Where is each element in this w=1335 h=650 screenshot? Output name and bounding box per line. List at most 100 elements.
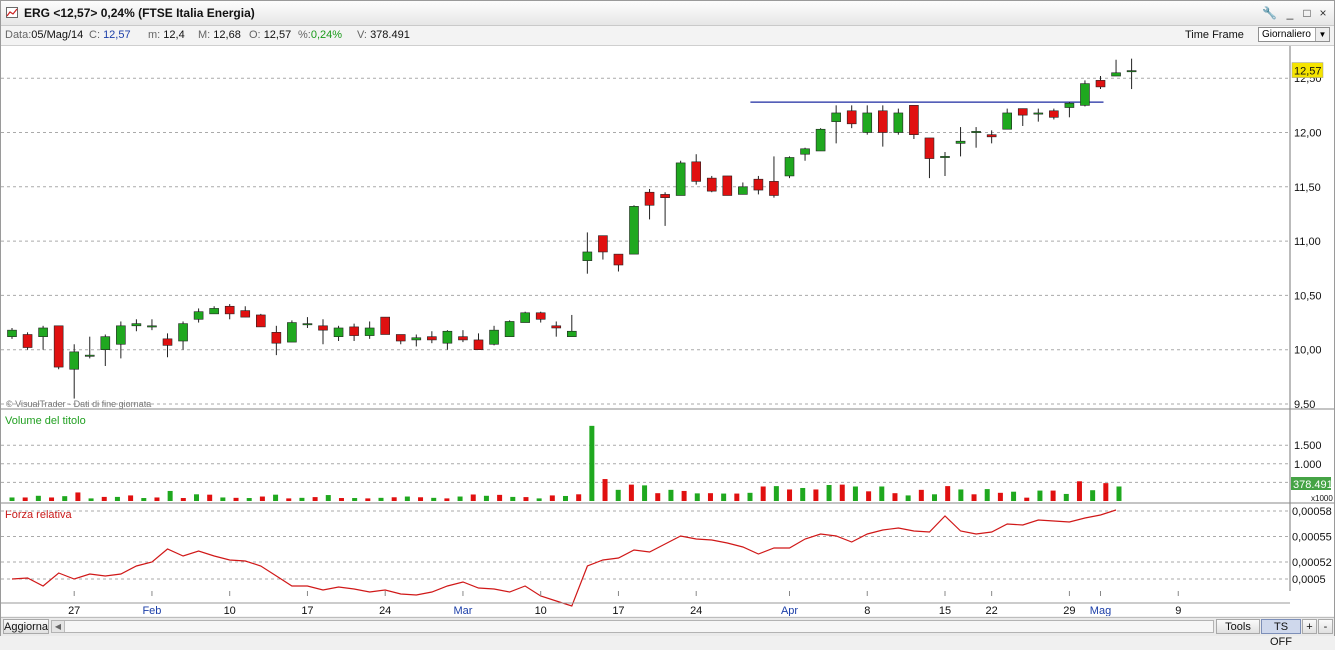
max-value: 12,68: [213, 29, 241, 41]
price-chart[interactable]: 9,5010,0010,5011,0011,5012,0012,50© Visu…: [1, 46, 1334, 616]
candle-body-down: [613, 253, 624, 266]
candle-body-down: [660, 194, 670, 198]
candle-body-up: [147, 325, 157, 328]
ts-toggle-button[interactable]: TS OFF: [1261, 619, 1301, 648]
date-value: 05/Mag/14: [31, 29, 84, 41]
watermark: © VisualTrader - Dati di fine giornata: [6, 399, 151, 409]
volume-bar: [918, 489, 924, 501]
volume-bar: [1063, 493, 1069, 501]
x-tick-label: Feb: [142, 605, 161, 616]
volume-bar: [180, 498, 186, 501]
app-window: ERG <12,57> 0,24% (FTSE Italia Energia) …: [0, 0, 1335, 648]
candle-body-up: [738, 186, 748, 195]
volume-bar: [984, 489, 990, 501]
candle-body-up: [831, 112, 841, 122]
candle: [256, 313, 266, 328]
x-tick-label: 24: [690, 605, 702, 616]
volume-bar: [549, 495, 555, 501]
volume-bar: [694, 493, 700, 501]
volume-bar: [431, 497, 437, 501]
volume-bar: [747, 492, 753, 501]
candle-body-up: [69, 351, 79, 370]
volume-bar: [154, 497, 160, 501]
volume-bar: [483, 495, 489, 501]
volume-bar: [576, 494, 582, 501]
refresh-button[interactable]: Aggiorna: [3, 619, 49, 634]
candle: [629, 205, 639, 255]
candle-body-up: [131, 323, 142, 327]
price-tick-label: 12,00: [1294, 128, 1322, 140]
maximize-button[interactable]: □: [1300, 6, 1314, 20]
timeframe-value: Giornaliero: [1262, 29, 1311, 40]
volume-bar: [88, 498, 94, 501]
volume-bar: [286, 498, 292, 501]
candle-body-down: [924, 137, 935, 159]
volume-bar: [852, 486, 858, 501]
candle-body-up: [178, 323, 188, 342]
volume-bar: [457, 496, 463, 501]
volume-bar: [207, 494, 213, 501]
volume-bar: [9, 497, 15, 501]
candle-body-up: [893, 112, 904, 133]
volume-bar: [497, 494, 503, 501]
candle-body-down: [473, 339, 484, 350]
volume-bar: [338, 498, 344, 501]
candle-body-down: [1095, 80, 1106, 88]
volume-bar: [365, 498, 371, 501]
candle-body-down: [427, 336, 437, 341]
x-tick-label: 10: [535, 605, 547, 616]
candle: [675, 160, 686, 196]
candle-body-up: [566, 330, 577, 337]
candle-body-down: [1017, 108, 1028, 116]
candle-body-up: [815, 128, 826, 152]
close-button[interactable]: ×: [1316, 6, 1330, 20]
volume-bar: [707, 493, 713, 501]
timeframe-select[interactable]: Giornaliero ▼: [1258, 27, 1330, 42]
time-scrollbar[interactable]: ◀: [51, 620, 1214, 633]
volume-bar: [1116, 486, 1122, 501]
zoom-out-button[interactable]: -: [1318, 619, 1333, 634]
candle: [784, 156, 795, 179]
volume-bar: [49, 497, 55, 501]
tools-icon[interactable]: 🔧: [1262, 6, 1277, 20]
volume-bar: [879, 486, 885, 501]
candle-body-up: [955, 140, 966, 144]
volume-bar: [839, 484, 845, 501]
volume-bar: [167, 490, 173, 501]
x-tick-label: 24: [379, 605, 391, 616]
volume-bar: [62, 496, 68, 501]
candle: [722, 175, 733, 196]
volume-last-label: 378.491: [1293, 479, 1333, 491]
pct-value: 0,24%: [310, 29, 343, 41]
x-tick-label: 9: [1175, 605, 1181, 616]
pct-label: %:: [298, 29, 311, 41]
max-field: M: 12,68: [198, 29, 241, 41]
candle-body-down: [271, 332, 282, 344]
candle: [815, 128, 826, 152]
candle-body-up: [1126, 70, 1137, 73]
candle-body-up: [520, 312, 530, 323]
candle-body-down: [909, 105, 919, 135]
minimize-button[interactable]: _: [1283, 6, 1297, 20]
volume-bar: [536, 498, 542, 501]
volume-bar: [1011, 491, 1017, 501]
volume-label: V:: [357, 29, 367, 41]
candle-body-down: [551, 325, 562, 329]
volume-multiplier: x1000: [1311, 494, 1333, 503]
volume-bar: [325, 495, 331, 501]
volume-bar: [22, 497, 28, 501]
candle-body-down: [458, 336, 468, 341]
volume-bar: [194, 494, 199, 501]
candle-body-up: [800, 148, 810, 155]
chevron-down-icon[interactable]: ▼: [1315, 28, 1329, 41]
volume-bar: [642, 485, 648, 501]
volume-bar: [114, 496, 120, 501]
tools-button[interactable]: Tools: [1216, 619, 1260, 634]
candle-body-up: [116, 325, 126, 345]
scroll-left-icon[interactable]: ◀: [52, 621, 65, 632]
candle-body-up: [209, 308, 219, 315]
volume-bar: [1024, 497, 1030, 501]
candle-body-up: [629, 206, 639, 255]
zoom-in-button[interactable]: +: [1302, 619, 1317, 634]
volume-bar: [444, 498, 450, 501]
